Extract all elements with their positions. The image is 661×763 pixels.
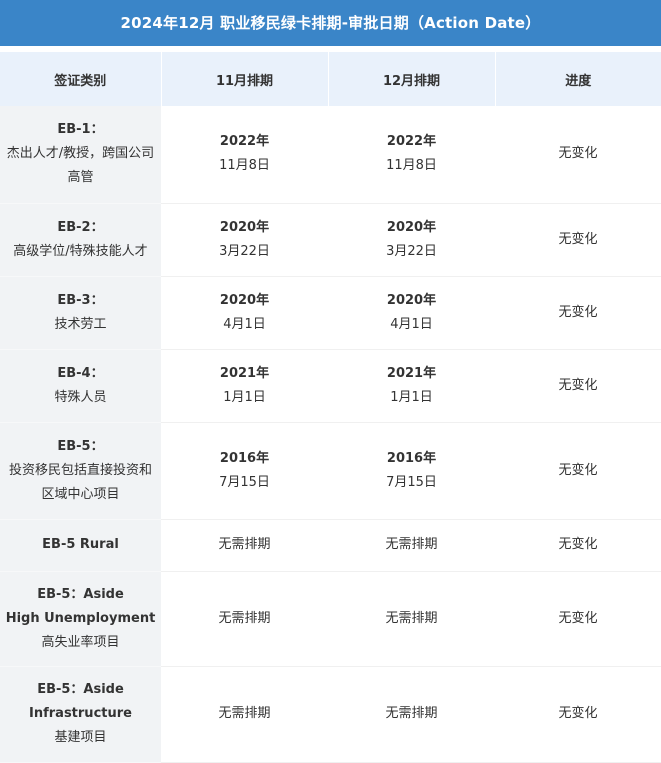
date-year: 2021年 <box>219 365 270 381</box>
table-row-eb4: EB-4： 特殊人员 2021年 1月1日 2021年 1月1日 无变化 <box>0 349 661 423</box>
date-day: 7月15日 <box>219 474 270 490</box>
december-date-cell: 无需排期 <box>328 519 495 572</box>
category-desc-line: 基建项目 <box>54 730 107 745</box>
category-desc-line: 区域中心项目 <box>41 486 120 502</box>
november-date-cell: 无需排期 <box>161 666 328 763</box>
category-cell: EB-4： 特殊人员 <box>0 349 161 423</box>
november-date-cell: 2022年 11月8日 <box>161 106 328 204</box>
date-day: 7月15日 <box>386 474 437 490</box>
december-date-cell: 2020年 4月1日 <box>328 276 495 350</box>
date-day: 3月22日 <box>386 243 437 259</box>
category-cell: EB-3： 技术劳工 <box>0 276 161 350</box>
date-year: 2016年 <box>219 450 270 466</box>
date-year: 2016年 <box>386 450 437 466</box>
progress-cell: 无变化 <box>495 422 661 520</box>
progress-cell: 无变化 <box>495 276 661 350</box>
table-title-bar: 2024年12月 职业移民绿卡排期-审批日期（Action Date） <box>0 0 661 46</box>
date-status: 无需排期 <box>218 537 271 552</box>
december-date-cell: 无需排期 <box>328 666 495 763</box>
progress-cell: 无变化 <box>495 519 661 572</box>
progress-cell: 无变化 <box>495 666 661 763</box>
december-date-cell: 2020年 3月22日 <box>328 203 495 277</box>
table-row-eb5-rural: EB-5 Rural 无需排期 无需排期 无变化 <box>0 519 661 572</box>
header-row: 签证类别 11月排期 12月排期 进度 <box>0 52 661 106</box>
category-desc-line: 高管 <box>67 170 94 186</box>
november-date-cell: 2020年 3月22日 <box>161 203 328 277</box>
date-day: 11月8日 <box>219 158 270 174</box>
date-day: 11月8日 <box>386 158 437 174</box>
date-status: 无需排期 <box>218 610 271 626</box>
table-title: 2024年12月 职业移民绿卡排期-审批日期（Action Date） <box>120 13 541 32</box>
progress-cell: 无变化 <box>495 203 661 277</box>
date-day: 4月1日 <box>390 316 433 332</box>
category-cell: EB-5：Aside High Unemployment 高失业率项目 <box>0 571 161 667</box>
table-row-eb5-infrastructure: EB-5：Aside Infrastructure 基建项目 无需排期 无需排期… <box>0 666 661 763</box>
category-code: EB-2： <box>57 219 104 235</box>
category-cell: EB-2： 高级学位/特殊技能人才 <box>0 203 161 277</box>
date-day: 1月1日 <box>390 389 433 405</box>
table-row-eb3: EB-3： 技术劳工 2020年 4月1日 2020年 4月1日 无变化 <box>0 276 661 350</box>
header-progress: 进度 <box>494 52 661 106</box>
november-date-cell: 无需排期 <box>161 519 328 572</box>
header-november: 11月排期 <box>160 52 328 106</box>
date-year: 2020年 <box>386 292 437 308</box>
date-day: 4月1日 <box>223 316 266 332</box>
november-date-cell: 2016年 7月15日 <box>161 422 328 520</box>
visa-bulletin-table: 签证类别 11月排期 12月排期 进度 EB-1： 杰出人才/教授，跨国公司 高… <box>0 52 661 763</box>
header-december: 12月排期 <box>327 52 495 106</box>
date-day: 3月22日 <box>219 243 270 259</box>
category-subtitle: Infrastructure <box>29 706 132 721</box>
category-cell: EB-5 Rural <box>0 519 161 572</box>
category-cell: EB-5： 投资移民包括直接投资和 区域中心项目 <box>0 422 161 520</box>
category-code: EB-5： <box>57 438 104 454</box>
date-status: 无需排期 <box>385 706 438 721</box>
date-status: 无需排期 <box>385 537 438 552</box>
december-date-cell: 2021年 1月1日 <box>328 349 495 423</box>
progress-cell: 无变化 <box>495 349 661 423</box>
progress-cell: 无变化 <box>495 106 661 204</box>
category-code: EB-5 Rural <box>42 537 119 552</box>
date-year: 2020年 <box>386 219 437 235</box>
category-desc-line: 技术劳工 <box>54 316 107 332</box>
category-desc-line: 投资移民包括直接投资和 <box>8 462 152 478</box>
category-code: EB-4： <box>57 365 104 381</box>
table-row-eb5-high-unemployment: EB-5：Aside High Unemployment 高失业率项目 无需排期… <box>0 571 661 667</box>
category-code: EB-3： <box>57 292 104 308</box>
date-year: 2020年 <box>219 219 270 235</box>
category-code: EB-5：Aside <box>37 682 124 697</box>
november-date-cell: 2021年 1月1日 <box>161 349 328 423</box>
header-visa-category: 签证类别 <box>0 52 161 106</box>
december-date-cell: 2016年 7月15日 <box>328 422 495 520</box>
category-subtitle: High Unemployment <box>5 610 156 626</box>
date-year: 2020年 <box>219 292 270 308</box>
december-date-cell: 无需排期 <box>328 571 495 667</box>
date-day: 1月1日 <box>223 389 266 405</box>
table-row-eb1: EB-1： 杰出人才/教授，跨国公司 高管 2022年 11月8日 2022年 … <box>0 106 661 204</box>
date-year: 2022年 <box>386 134 437 150</box>
december-date-cell: 2022年 11月8日 <box>328 106 495 204</box>
date-year: 2022年 <box>219 134 270 150</box>
table-row-eb2: EB-2： 高级学位/特殊技能人才 2020年 3月22日 2020年 3月22… <box>0 203 661 277</box>
category-cell: EB-1： 杰出人才/教授，跨国公司 高管 <box>0 106 161 204</box>
category-desc-line: 高级学位/特殊技能人才 <box>13 243 148 259</box>
date-year: 2021年 <box>386 365 437 381</box>
date-status: 无需排期 <box>385 610 438 626</box>
november-date-cell: 2020年 4月1日 <box>161 276 328 350</box>
progress-cell: 无变化 <box>495 571 661 667</box>
november-date-cell: 无需排期 <box>161 571 328 667</box>
table-row-eb5: EB-5： 投资移民包括直接投资和 区域中心项目 2016年 7月15日 201… <box>0 422 661 520</box>
category-code: EB-5：Aside <box>37 586 124 602</box>
category-desc-line: 特殊人员 <box>54 389 107 405</box>
date-status: 无需排期 <box>218 706 271 721</box>
category-desc-line: 杰出人才/教授，跨国公司 <box>6 146 155 162</box>
category-cell: EB-5：Aside Infrastructure 基建项目 <box>0 666 161 763</box>
category-desc-line: 高失业率项目 <box>41 634 120 650</box>
category-code: EB-1： <box>57 122 104 138</box>
